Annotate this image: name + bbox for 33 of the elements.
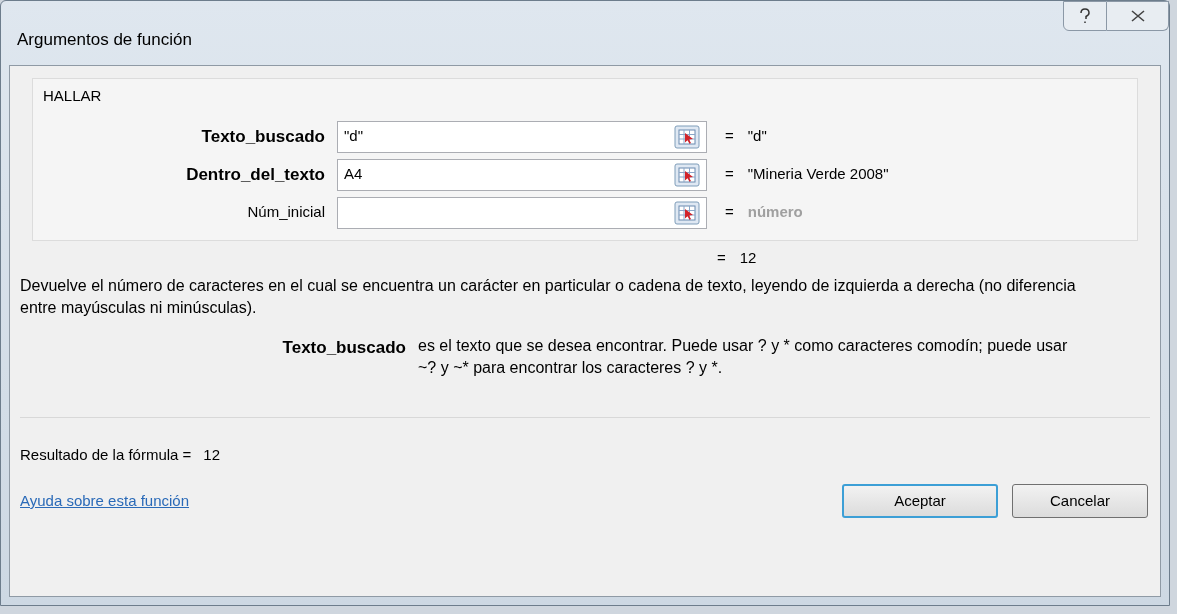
argument-result: número	[747, 202, 803, 223]
equals-sign: =	[725, 164, 734, 185]
formula-result-label: Resultado de la fórmula =	[20, 444, 192, 465]
window-title: Argumentos de función	[17, 29, 192, 51]
equals-sign: =	[725, 202, 734, 223]
argument-field[interactable]: "d"	[337, 120, 707, 153]
dialog-button[interactable]: Cancelar	[1012, 484, 1148, 518]
argument-label: Núm_inicial	[246, 202, 326, 223]
function-description: Devuelve el número de caracteres en el cual se encuentra un carácter en particular o cadena de texto, leyendo de izquierda a derecha (no diferencia entre mayúsculas ni minúsculas).	[20, 275, 1077, 318]
argument-help-label: Texto_buscado	[281, 336, 407, 359]
close-button[interactable]	[1107, 1, 1169, 31]
range-select-icon[interactable]	[674, 124, 700, 149]
function-result: 12	[739, 248, 757, 269]
argument-result: "Mineria Verde 2008"	[747, 164, 889, 185]
function-name: HALLAR	[43, 86, 103, 106]
range-select-icon[interactable]	[674, 162, 700, 187]
close-icon	[1130, 10, 1145, 22]
dialog-button[interactable]: Aceptar	[842, 484, 998, 518]
formula-result-value: 12	[203, 444, 221, 465]
range-select-icon[interactable]	[674, 200, 700, 225]
help-button[interactable]	[1063, 1, 1107, 31]
argument-label: Dentro_del_texto	[185, 163, 326, 186]
argument-help-text: es el texto que se desea encontrar. Puede usar ? y * como caracteres comodín; puede usar ~? y ~* para encontrar los caracteres ? y *.	[418, 335, 1069, 378]
argument-field[interactable]: A4	[337, 158, 707, 191]
equals-sign: =	[725, 126, 734, 147]
equals-sign: =	[717, 248, 726, 269]
argument-field[interactable]	[337, 196, 707, 229]
help-link[interactable]: Ayuda sobre esta función	[20, 489, 189, 513]
field-value: A4	[344, 165, 363, 183]
field-value: "d"	[344, 127, 363, 145]
help-icon	[1079, 8, 1091, 24]
argument-label: Texto_buscado	[200, 125, 326, 148]
argument-result: "d"	[747, 126, 767, 147]
